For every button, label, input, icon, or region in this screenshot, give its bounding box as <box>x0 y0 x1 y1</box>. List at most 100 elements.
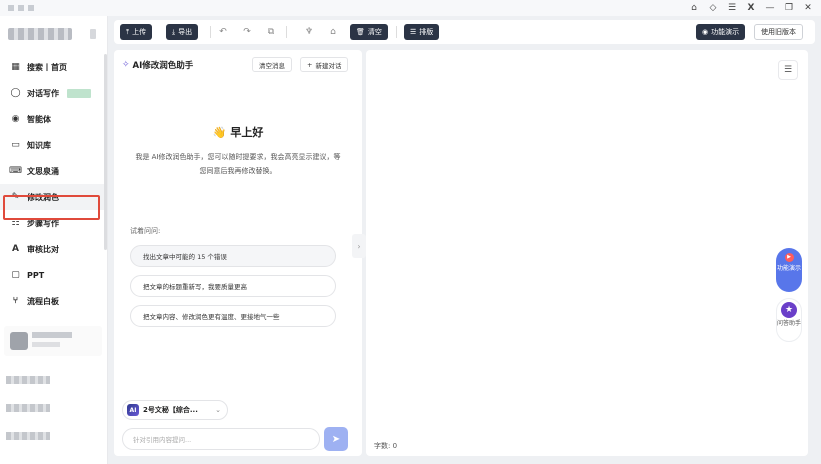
question-input[interactable]: 针对引用内容提问... <box>122 428 320 450</box>
sparkle-icon: ✧ <box>122 60 130 70</box>
new-chat-label: 新建对话 <box>315 61 342 70</box>
new-badge <box>67 88 91 98</box>
demo-button[interactable]: ◉ 功能演示 <box>696 24 746 40</box>
eraser-icon[interactable]: ⌂ <box>326 25 340 39</box>
chevron-down-icon: ⌄ <box>215 406 221 414</box>
redacted-item[interactable] <box>6 432 50 440</box>
redacted-item[interactable] <box>6 376 50 384</box>
sidebar-item-agent[interactable]: ◉ 智能体 <box>0 106 106 132</box>
try-label: 试着问问: <box>130 227 161 235</box>
sidebar-item-inspiration[interactable]: ⌨ 文思泉涌 <box>0 158 106 184</box>
play-circle-icon: ◉ <box>702 28 709 36</box>
toolbar-divider <box>396 26 397 38</box>
plus-icon: + <box>307 60 313 69</box>
suggestion-item[interactable]: 把文章的标题重新写，我要质量更高 <box>130 275 336 297</box>
floating-demo-button[interactable]: ▶ 功能演示 <box>776 248 802 292</box>
home-icon[interactable]: ⌂ <box>689 3 699 13</box>
book-icon: ▭ <box>11 140 20 150</box>
assistant-title: ✧ AI修改润色助手 <box>122 59 193 71</box>
upload-label: 上传 <box>132 28 147 36</box>
export-label: 导出 <box>178 28 193 36</box>
format-brush-icon[interactable]: ♆ <box>302 25 316 39</box>
upload-button[interactable]: ⤒ 上传 <box>120 24 153 40</box>
sidebar-item-label: 知识库 <box>27 140 51 150</box>
chat-icon: ◯ <box>10 88 21 98</box>
menu-icon[interactable]: ☰ <box>727 3 737 13</box>
download-icon: ⤓ <box>172 27 176 36</box>
sidebar-item-label: 智能体 <box>27 114 51 124</box>
avatar <box>10 332 28 350</box>
grid-icon: ▦ <box>11 62 20 72</box>
floating-demo-label: 功能演示 <box>776 265 801 272</box>
suggestion-item[interactable]: 找出文章中可能的 15 个错误 <box>130 245 336 267</box>
assistant-avatar-icon: ★ <box>781 302 797 318</box>
send-icon: ➤ <box>331 433 341 445</box>
sidebar-item-knowledge-base[interactable]: ▭ 知识库 <box>0 132 106 158</box>
upload-icon: ⤒ <box>126 27 130 36</box>
floating-help-label: 问答助手 <box>777 320 802 327</box>
flow-icon: ⑂ <box>12 296 19 306</box>
model-logo-icon: AI <box>127 404 139 416</box>
sidebar-item-label: 审核比对 <box>27 244 59 254</box>
compare-icon: A <box>12 244 19 254</box>
sidebar-item-label: 搜索丨首页 <box>27 62 67 72</box>
model-selector[interactable]: AI 2号文秘【综合... ⌄ <box>122 400 228 420</box>
title-bar: ⌂ ◇ ☰ X — ❐ ✕ <box>0 0 821 16</box>
suggestion-item[interactable]: 把文章内容、修改润色更有温度、更接地气一些 <box>130 305 336 327</box>
clear-messages-button[interactable]: 清空消息 <box>252 57 292 72</box>
sidebar-item-chat-writing[interactable]: ◯ 对话写作 <box>0 80 106 106</box>
logo-x-icon[interactable]: X <box>746 3 756 13</box>
greeting: 👋 早上好 <box>114 124 362 140</box>
keyboard-icon: ⌨ <box>9 166 22 176</box>
panel-collapse-handle[interactable]: › <box>352 234 366 258</box>
new-chat-button[interactable]: + 新建对话 <box>300 57 349 72</box>
greeting-text: 早上好 <box>230 126 264 139</box>
model-name: 2号文秘【综合... <box>143 406 198 414</box>
editor-panel[interactable]: ☰ 字数: 0 <box>366 50 808 456</box>
layout-label: 排版 <box>419 28 434 36</box>
sidebar-item-review-compare[interactable]: A 审核比对 <box>0 236 106 262</box>
highlight-annotation <box>3 195 100 220</box>
assistant-title-text: AI修改润色助手 <box>132 61 194 71</box>
layout-button[interactable]: ☰ 排版 <box>404 24 440 40</box>
layout-icon: ☰ <box>410 28 417 36</box>
undo-icon[interactable]: ↶ <box>216 25 230 39</box>
restore-icon[interactable]: ❐ <box>784 3 794 13</box>
user-name-redacted <box>32 332 72 338</box>
minimize-icon[interactable]: — <box>765 3 775 13</box>
clear-label: 清空 <box>367 28 382 36</box>
word-count: 字数: 0 <box>374 442 398 450</box>
sidebar-scrollbar[interactable] <box>104 54 107 250</box>
export-button[interactable]: ⤓ 导出 <box>166 24 199 40</box>
send-button[interactable]: ➤ <box>324 427 348 451</box>
old-version-button[interactable]: 使用旧版本 <box>754 24 803 40</box>
floating-help-button[interactable]: ★ 问答助手 <box>776 298 802 342</box>
brand-logo <box>8 28 72 40</box>
sidebar-item-label: 流程白板 <box>27 296 59 306</box>
copy-icon[interactable]: ⧉ <box>264 25 278 39</box>
window-controls: ⌂ ◇ ☰ X — ❐ ✕ <box>689 3 813 13</box>
redo-icon[interactable]: ↷ <box>240 25 254 39</box>
ppt-icon: ▢ <box>11 270 20 280</box>
location-icon[interactable]: ◇ <box>708 3 718 13</box>
app-logo <box>8 5 34 11</box>
redacted-item[interactable] <box>6 404 50 412</box>
toolbar: ⤒ 上传 ⤓ 导出 ↶ ↷ ⧉ ♆ ⌂ 🗑 清空 ☰ 排版 ◉ 功能演示 使用旧… <box>114 20 815 44</box>
close-icon[interactable]: ✕ <box>803 3 813 13</box>
sidebar-nav: ▦ 搜索丨首页 ◯ 对话写作 ◉ 智能体 ▭ 知识库 ⌨ 文思泉涌 ✎ 修改润色… <box>0 54 106 314</box>
user-card[interactable] <box>4 326 102 356</box>
sidebar: ▦ 搜索丨首页 ◯ 对话写作 ◉ 智能体 ▭ 知识库 ⌨ 文思泉涌 ✎ 修改润色… <box>0 16 108 464</box>
user-info-redacted <box>32 342 60 347</box>
play-icon: ▶ <box>784 253 794 262</box>
sidebar-item-ppt[interactable]: ▢ PPT <box>0 262 106 288</box>
outline-menu-icon[interactable]: ☰ <box>778 60 798 80</box>
agent-icon: ◉ <box>11 114 20 124</box>
clear-button[interactable]: 🗑 清空 <box>350 24 388 40</box>
sidebar-item-search-home[interactable]: ▦ 搜索丨首页 <box>0 54 106 80</box>
toolbar-divider <box>286 26 287 38</box>
toolbar-divider <box>210 26 211 38</box>
sidebar-item-label: PPT <box>27 270 45 280</box>
sidebar-item-flow-board[interactable]: ⑂ 流程白板 <box>0 288 106 314</box>
sidebar-toggle-icon[interactable] <box>90 29 96 39</box>
sidebar-item-label: 对话写作 <box>27 88 59 98</box>
